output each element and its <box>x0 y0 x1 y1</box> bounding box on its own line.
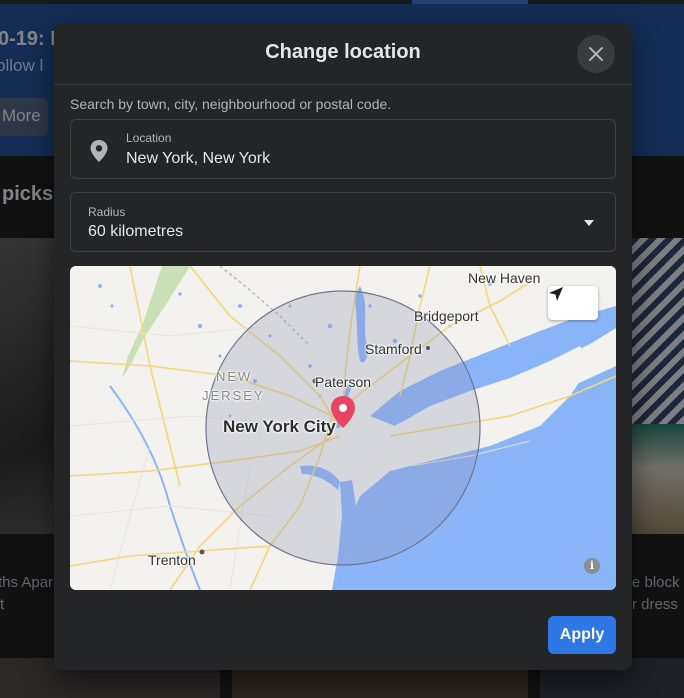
info-icon[interactable]: i <box>584 558 600 574</box>
radius-value: 60 kilometres <box>88 223 184 240</box>
location-label: Location <box>126 131 172 145</box>
map-label-new-jersey-1: NEW <box>216 369 253 384</box>
location-field[interactable]: Location New York, New York <box>70 119 616 179</box>
change-location-dialog: Change location Search by town, city, ne… <box>54 23 632 670</box>
navigation-arrow-icon <box>549 287 563 301</box>
search-hint: Search by town, city, neighbourhood or p… <box>70 96 392 112</box>
map-label-stamford: Stamford <box>365 341 422 357</box>
caret-down-icon <box>584 220 594 226</box>
map-canvas <box>70 266 616 590</box>
apply-button[interactable]: Apply <box>548 616 616 654</box>
locate-me-button[interactable] <box>548 286 598 320</box>
map-view[interactable]: New Haven Bridgeport Stamford Paterson N… <box>70 266 616 590</box>
dialog-title: Change location <box>265 41 421 63</box>
map-label-bridgeport: Bridgeport <box>414 308 479 324</box>
radius-select[interactable]: Radius 60 kilometres <box>70 192 616 252</box>
map-label-new-haven: New Haven <box>468 270 541 286</box>
map-label-trenton: Trenton <box>148 552 196 568</box>
map-pin-icon <box>90 140 108 162</box>
radius-label: Radius <box>88 205 126 219</box>
dialog-header: Change location <box>54 23 632 85</box>
map-label-new-jersey-2: JERSEY <box>202 388 265 403</box>
close-button[interactable] <box>577 35 615 73</box>
location-value[interactable]: New York, New York <box>126 150 270 168</box>
close-icon <box>589 47 603 61</box>
map-label-new-york-city: New York City <box>223 417 336 436</box>
map-label-paterson: Paterson <box>315 374 372 390</box>
